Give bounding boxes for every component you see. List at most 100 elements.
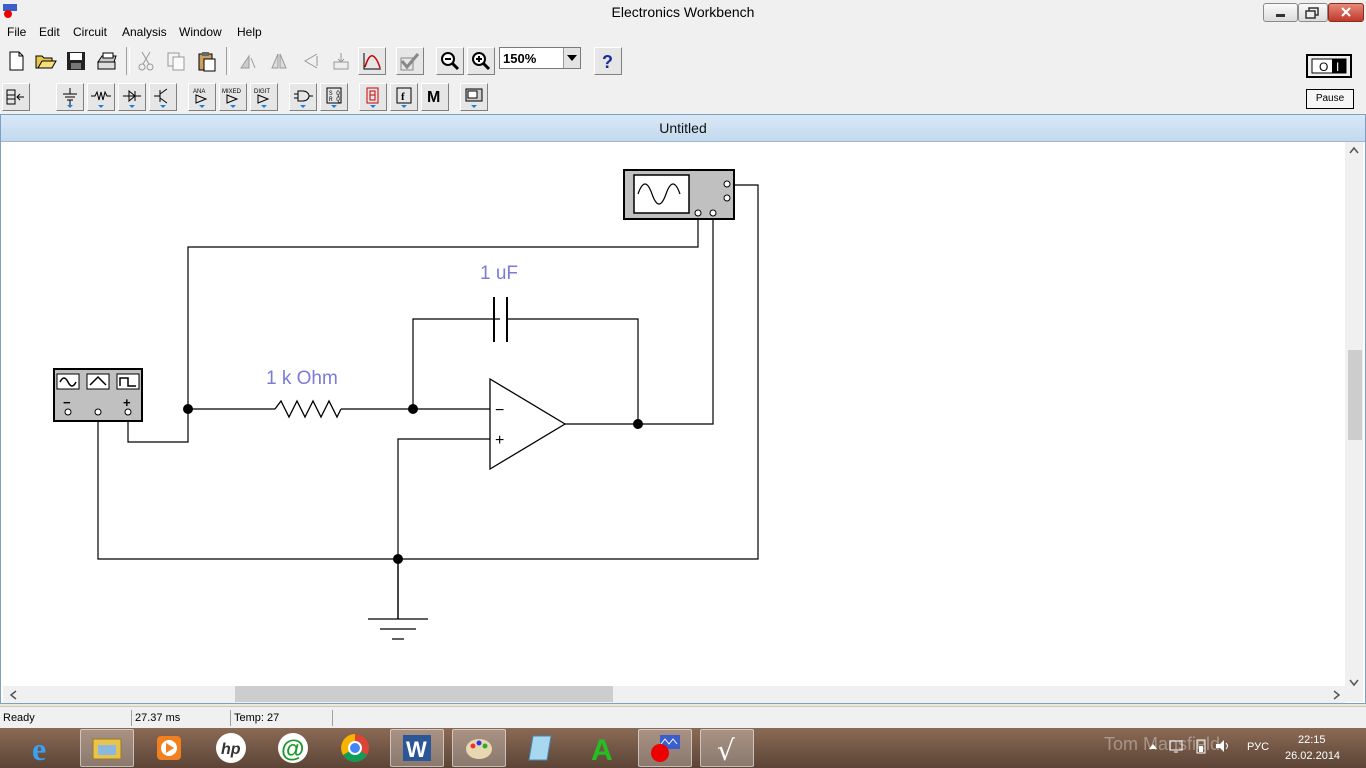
digital-bin-button[interactable]: S QR Q (320, 83, 348, 111)
dropdown-arrow-icon[interactable] (563, 48, 580, 68)
volume-icon[interactable] (1214, 738, 1232, 754)
copy-button[interactable] (162, 47, 190, 75)
hp-icon: hp (216, 733, 246, 763)
parts-bin-toolbar: ANA MIXED DIGIT S QR Q f M (0, 81, 1366, 114)
mixed-ic-icon: MIXED (222, 89, 242, 108)
menu-analysis[interactable]: Analysis (122, 25, 167, 39)
printer-icon (97, 52, 117, 70)
ground-symbol[interactable] (368, 559, 428, 640)
new-file-button[interactable] (2, 47, 30, 75)
basic-bin-button[interactable] (87, 83, 115, 111)
scroll-down-icon[interactable] (1349, 679, 1359, 687)
taskbar-math-app[interactable]: √ (700, 729, 754, 767)
scroll-right-icon[interactable] (1333, 690, 1341, 700)
scroll-left-icon[interactable] (9, 690, 17, 700)
media-player-icon (157, 736, 181, 760)
wires (97, 184, 759, 619)
menu-circuit[interactable]: Circuit (73, 25, 107, 39)
cut-button[interactable] (132, 47, 160, 75)
diodes-bin-button[interactable] (118, 83, 146, 111)
menu-window[interactable]: Window (179, 25, 222, 39)
battery-icon[interactable] (1194, 738, 1208, 754)
document-title-bar: Untitled (1, 115, 1365, 142)
menu-edit[interactable]: Edit (39, 25, 60, 39)
miscellaneous-bin-button[interactable]: M (421, 83, 449, 111)
taskbar-notepad[interactable] (514, 729, 568, 767)
svg-text:f: f (401, 91, 405, 103)
svg-text:e: e (32, 731, 46, 765)
vertical-scroll-thumb[interactable] (1348, 350, 1362, 440)
taskbar-electronics-workbench[interactable] (638, 729, 692, 767)
at-sign-icon: @ (278, 733, 308, 763)
zoom-level-value: 150% (503, 51, 537, 66)
resistor[interactable] (274, 399, 342, 419)
digital-ics-bin-button[interactable]: DIGIT (250, 83, 278, 111)
paint-palette-icon (466, 739, 492, 759)
instruments-bin-button[interactable] (460, 83, 488, 111)
wire-scope-input-a (187, 220, 699, 409)
scroll-up-icon[interactable] (1349, 146, 1359, 154)
clock-time[interactable]: 22:15 (1298, 734, 1326, 746)
zoom-level-select[interactable]: 150% (499, 47, 581, 69)
print-button[interactable] (93, 47, 121, 75)
indicator-icon (366, 87, 379, 108)
open-file-button[interactable] (32, 47, 60, 75)
logic-gates-bin-button[interactable] (289, 83, 317, 111)
language-indicator[interactable]: РУС (1247, 741, 1269, 753)
taskbar-app-a[interactable]: A (576, 729, 630, 767)
taskbar-mail-agent[interactable]: @ (266, 729, 320, 767)
copy-icon (167, 52, 185, 71)
restore-button[interactable] (1298, 3, 1328, 22)
controls-bin-button[interactable]: f (390, 83, 418, 111)
show-hidden-icons-icon[interactable] (1148, 742, 1158, 750)
rotate-icon (240, 54, 256, 69)
taskbar-word[interactable]: W (390, 729, 444, 767)
generator-plus-terminal: + (123, 395, 131, 410)
menu-help[interactable]: Help (237, 25, 262, 39)
clipboard-icon (198, 52, 216, 72)
horizontal-scrollbar[interactable] (3, 686, 1345, 703)
zoom-in-button[interactable] (467, 47, 495, 75)
component-properties-button[interactable] (327, 47, 355, 75)
close-button[interactable] (1328, 3, 1364, 22)
oscilloscope[interactable] (623, 169, 735, 220)
indicators-bin-button[interactable] (359, 83, 387, 111)
circuit-canvas[interactable]: 1 k Ohm 1 uF − + − + (3, 142, 1345, 686)
taskbar-hp[interactable]: hp (204, 729, 258, 767)
toolbar-separator (226, 47, 230, 75)
pause-button[interactable]: Pause (1306, 89, 1354, 109)
controls-icon: f (396, 87, 412, 108)
menu-bar: File Edit Circuit Analysis Window Help (0, 24, 1366, 43)
create-subcircuit-button[interactable] (396, 47, 424, 75)
taskbar-chrome[interactable] (328, 729, 382, 767)
rotate-button[interactable] (234, 47, 262, 75)
document-title: Untitled (659, 120, 707, 136)
flip-horizontal-button[interactable] (265, 47, 293, 75)
help-button[interactable]: ? (594, 47, 622, 75)
taskbar-media-player[interactable] (142, 729, 196, 767)
paste-button[interactable] (193, 47, 221, 75)
svg-text:√: √ (717, 734, 735, 764)
sources-bin-button[interactable] (56, 83, 84, 111)
op-amp[interactable] (489, 377, 567, 471)
zoom-out-icon (441, 52, 460, 71)
flip-vertical-button[interactable] (296, 47, 324, 75)
mixed-ics-bin-button[interactable]: MIXED (219, 83, 247, 111)
analog-ics-bin-button[interactable]: ANA (188, 83, 216, 111)
taskbar-paint[interactable] (452, 729, 506, 767)
network-icon[interactable] (1168, 738, 1184, 754)
analysis-graphs-button[interactable] (358, 47, 386, 75)
favorites-bin-button[interactable] (2, 83, 30, 111)
save-button[interactable] (62, 47, 90, 75)
horizontal-scroll-thumb[interactable] (235, 686, 613, 702)
minimize-button[interactable] (1263, 3, 1298, 22)
transistors-bin-button[interactable] (149, 83, 177, 111)
power-switch[interactable]: O I (1306, 54, 1352, 78)
taskbar-internet-explorer[interactable]: e (18, 729, 72, 767)
square-root-icon: √ (717, 734, 735, 764)
taskbar-file-explorer[interactable] (80, 729, 134, 767)
zoom-out-button[interactable] (436, 47, 464, 75)
vertical-scrollbar[interactable] (1345, 142, 1363, 702)
menu-file[interactable]: File (7, 25, 26, 39)
clock-date[interactable]: 26.02.2014 (1285, 750, 1340, 762)
